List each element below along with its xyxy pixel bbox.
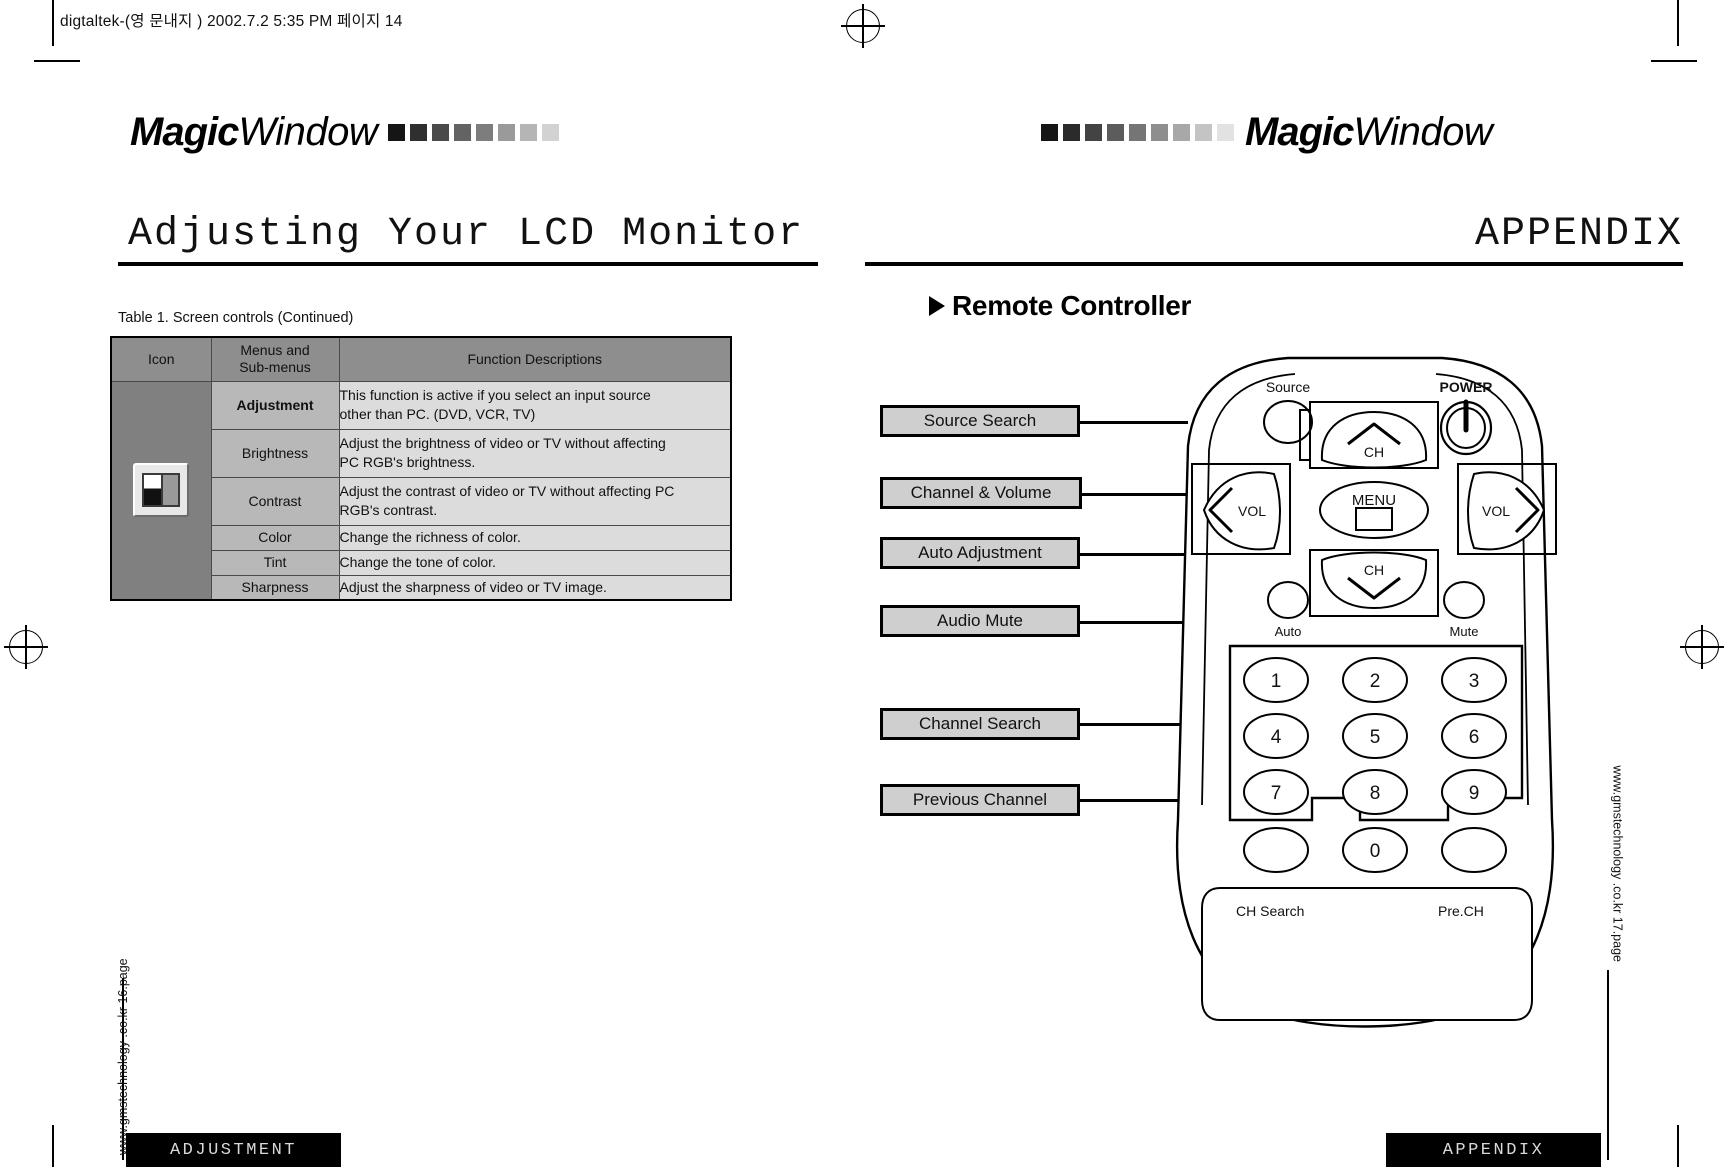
magicwindow-logo-right: MagicWindow — [1041, 110, 1493, 154]
menu-label: Tint — [210, 549, 340, 576]
callout-channel-search[interactable]: Channel Search — [880, 708, 1080, 740]
logo-swatch-5 — [1129, 123, 1146, 141]
col-header-menus-line2: Sub-menus — [239, 359, 311, 376]
logo-swatch-row-left — [388, 123, 560, 141]
side-url-left: www.gmstechnology .co.kr 16.page — [116, 958, 130, 1155]
svg-text:1: 1 — [1271, 671, 1282, 692]
table-caption: Table 1. Screen controls (Continued) — [118, 310, 354, 326]
logo-swatch-8 — [1195, 123, 1212, 141]
svg-text:7: 7 — [1271, 783, 1282, 804]
adjustment-monitor-icon — [133, 463, 190, 518]
callout-source-search[interactable]: Source Search — [880, 405, 1080, 437]
svg-text:VOL: VOL — [1238, 503, 1266, 519]
table-header-row: Icon Menus and Sub-menus Function Descri… — [110, 336, 732, 382]
col-header-menus-line1: Menus and — [240, 341, 310, 358]
desc-line-2: RGB's contrast. — [339, 502, 438, 518]
screen-controls-table: Icon Menus and Sub-menus Function Descri… — [110, 336, 732, 601]
remote-controller-diagram: Source Search Channel & Volume Auto Adju… — [880, 356, 1640, 1155]
footer-tab-adjustment: ADJUSTMENT — [126, 1133, 341, 1167]
logo-swatch-1 — [388, 123, 406, 141]
svg-text:CH Search: CH Search — [1236, 903, 1304, 919]
svg-text:0: 0 — [1370, 841, 1381, 862]
menu-label: Brightness — [210, 428, 340, 478]
description-cell: Adjust the contrast of video or TV witho… — [338, 476, 732, 526]
callout-channel-volume[interactable]: Channel & Volume — [880, 477, 1082, 509]
logo-swatch-4 — [1107, 123, 1124, 141]
logo-window-text: Window — [238, 110, 378, 154]
svg-text:CH: CH — [1364, 562, 1384, 578]
menu-label: Color — [210, 524, 340, 551]
logo-swatch-6 — [1151, 123, 1168, 141]
page-title-left: Adjusting Your LCD Monitor — [128, 212, 805, 257]
left-page: MagicWindow Adjusting Your LCD Monitor T… — [0, 0, 865, 1167]
description-cell: Adjust the sharpness of video or TV imag… — [338, 574, 732, 601]
svg-text:POWER: POWER — [1440, 379, 1493, 395]
svg-text:6: 6 — [1469, 727, 1480, 748]
logo-swatch-6 — [498, 123, 516, 141]
logo-swatch-1 — [1041, 123, 1058, 141]
desc-line-2: other than PC. (DVD, VCR, TV) — [339, 406, 536, 422]
remote-svg: Source POWER CH VOL VOL MENU CH Auto Mut… — [1175, 356, 1557, 1028]
svg-text:2: 2 — [1370, 671, 1381, 692]
logo-swatch-3 — [1085, 123, 1102, 141]
triangle-bullet-icon — [929, 296, 945, 316]
logo-magic-text: Magic — [130, 110, 239, 154]
logo-swatch-9 — [1217, 123, 1234, 141]
logo-swatch-5 — [476, 123, 494, 141]
desc-line-1: Adjust the brightness of video or TV wit… — [339, 435, 666, 452]
logo-swatch-7 — [520, 123, 538, 141]
svg-text:3: 3 — [1469, 671, 1480, 692]
logo-window-text: Window — [1353, 110, 1493, 154]
menu-label: Contrast — [210, 476, 340, 526]
callout-auto-adjustment[interactable]: Auto Adjustment — [880, 537, 1080, 569]
svg-text:Source: Source — [1266, 379, 1311, 395]
col-header-descriptions: Function Descriptions — [338, 336, 732, 382]
svg-text:4: 4 — [1271, 727, 1282, 748]
title-rule-right — [865, 262, 1683, 266]
logo-swatch-3 — [432, 123, 450, 141]
svg-text:5: 5 — [1370, 727, 1381, 748]
description-cell: Change the richness of color. — [338, 524, 732, 551]
table-row: Adjustment This function is active if yo… — [110, 380, 732, 601]
logo-swatch-4 — [454, 123, 472, 141]
svg-text:VOL: VOL — [1482, 503, 1510, 519]
section-heading-label: Remote Controller — [952, 290, 1192, 321]
desc-line-1: This function is active if you select an… — [339, 387, 651, 404]
svg-text:9: 9 — [1469, 783, 1480, 804]
logo-wordmark: MagicWindow — [130, 110, 378, 154]
page-title-right: APPENDIX — [1474, 212, 1683, 257]
logo-swatch-7 — [1173, 123, 1190, 141]
description-cell: Change the tone of color. — [338, 549, 732, 576]
svg-text:8: 8 — [1370, 783, 1381, 804]
col-header-menus: Menus and Sub-menus — [210, 336, 340, 382]
desc-line-2: PC RGB's brightness. — [339, 454, 476, 470]
logo-swatch-row-right — [1041, 123, 1234, 141]
desc-line-1: Adjust the contrast of video or TV witho… — [339, 483, 675, 500]
callout-audio-mute[interactable]: Audio Mute — [880, 605, 1080, 637]
logo-swatch-8 — [542, 123, 560, 141]
description-cell: Adjust the brightness of video or TV wit… — [338, 428, 732, 478]
logo-swatch-2 — [1063, 123, 1080, 141]
svg-text:Pre.CH: Pre.CH — [1438, 903, 1484, 919]
table-body: Adjustment This function is active if yo… — [110, 380, 732, 601]
menu-label: Adjustment — [210, 380, 340, 430]
col-header-icon: Icon — [110, 336, 212, 382]
logo-swatch-2 — [410, 123, 428, 141]
section-heading-remote-controller: Remote Controller — [929, 290, 1191, 322]
title-rule-left — [118, 262, 818, 266]
svg-text:Auto: Auto — [1275, 624, 1302, 639]
svg-text:Mute: Mute — [1450, 624, 1479, 639]
description-cell: This function is active if you select an… — [338, 380, 732, 430]
menu-label: Sharpness — [210, 574, 340, 601]
magicwindow-logo-left: MagicWindow — [130, 110, 560, 154]
callout-previous-channel[interactable]: Previous Channel — [880, 784, 1080, 816]
svg-text:MENU: MENU — [1352, 492, 1396, 509]
svg-text:CH: CH — [1364, 444, 1384, 460]
adjustment-icon-cell — [110, 380, 212, 601]
logo-wordmark: MagicWindow — [1245, 110, 1493, 154]
logo-magic-text: Magic — [1245, 110, 1354, 154]
